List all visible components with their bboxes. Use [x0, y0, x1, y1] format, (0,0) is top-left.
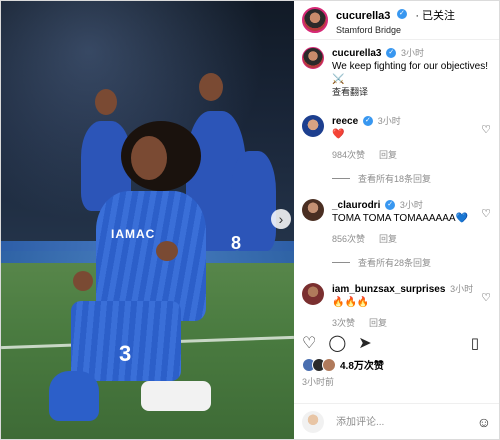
view-replies-label: 查看所有28条回复 — [358, 258, 432, 268]
comment-time: 3小时 — [377, 116, 401, 126]
player-sock — [141, 381, 211, 411]
next-photo-arrow-icon[interactable]: › — [271, 209, 291, 229]
shirt-number-back: 8 — [231, 233, 242, 253]
comment-bubble-icon[interactable]: ◯ — [328, 333, 346, 353]
author-avatar[interactable] — [302, 7, 328, 33]
verified-badge-icon: ✓ — [362, 116, 373, 127]
view-replies-link[interactable]: 查看所有18条回复 — [332, 172, 499, 185]
comment-author[interactable]: iam_bunzsax_surprises — [332, 284, 445, 295]
add-comment-bar: ☺ — [294, 403, 499, 440]
shirt-number-main: 3 — [119, 341, 132, 366]
post-photo[interactable]: 8 IAMAC 3 › — [1, 1, 294, 439]
comment: iam_bunzsax_surprises 3小时 🔥🔥🔥 3次赞 回复 ♡ — [294, 283, 499, 330]
background-player-head — [199, 73, 223, 101]
player-knee — [49, 371, 99, 421]
verified-badge-icon: ✓ — [386, 48, 397, 59]
comment-likes[interactable]: 856次赞 — [332, 234, 365, 244]
caption: cucurella3 ✓ 3小时 We keep fighting for ou… — [294, 47, 499, 99]
comments-list: cucurella3 ✓ 3小时 We keep fighting for ou… — [294, 47, 499, 330]
player-fist — [156, 241, 178, 261]
comment-likes[interactable]: 984次赞 — [332, 150, 365, 160]
caption-avatar[interactable] — [302, 47, 324, 69]
post-header: cucurella3 ✓ · 已关注 Stamford Bridge — [294, 1, 499, 40]
view-replies-link[interactable]: 查看所有28条回复 — [332, 256, 499, 269]
commenter-avatar[interactable] — [302, 199, 324, 221]
share-send-icon[interactable]: ➤ — [358, 333, 371, 353]
post-action-bar: ♡ ◯ ➤ ▯ — [302, 333, 491, 353]
follow-status[interactable]: · 已关注 — [415, 10, 455, 22]
emoji-icon[interactable]: ☺ — [477, 414, 491, 430]
background-player-head — [95, 89, 117, 115]
caption-author[interactable]: cucurella3 — [332, 48, 381, 59]
commenter-avatar[interactable] — [302, 283, 324, 305]
player-face — [131, 136, 167, 180]
caption-text: We keep fighting for our objectives! ⚔️ — [332, 61, 489, 85]
caption-time: 3小时 — [401, 48, 425, 58]
comment-likes[interactable]: 3次赞 — [332, 318, 355, 328]
post-details-panel: cucurella3 ✓ · 已关注 Stamford Bridge cucur… — [294, 1, 499, 439]
likes-count[interactable]: 4.8万次赞 — [340, 357, 384, 372]
likes-summary[interactable]: 4.8万次赞 — [302, 357, 384, 372]
comment-like-heart-icon[interactable]: ♡ — [475, 123, 491, 162]
current-user-avatar — [302, 411, 324, 433]
bookmark-icon[interactable]: ▯ — [471, 334, 479, 352]
view-replies-label: 查看所有18条回复 — [358, 174, 432, 184]
comment-author[interactable]: reece — [332, 116, 358, 127]
verified-badge-icon: ✓ — [396, 9, 407, 20]
comment-input[interactable] — [334, 415, 477, 429]
author-info: cucurella3 ✓ · 已关注 Stamford Bridge — [336, 6, 455, 35]
reply-button[interactable]: 回复 — [379, 234, 397, 244]
comment-text: 🔥🔥🔥 — [332, 297, 370, 308]
comment: _claurodri ✓ 3小时 TOMA TOMA TOMAAAAAA💙 85… — [294, 199, 499, 246]
post-location[interactable]: Stamford Bridge — [336, 25, 455, 35]
posted-time: 3小时前 — [302, 377, 335, 387]
comment-text: TOMA TOMA TOMAAAAAA💙 — [332, 213, 469, 224]
like-heart-icon[interactable]: ♡ — [302, 333, 316, 353]
comment-text: ❤️ — [332, 129, 345, 140]
player-fist — [73, 271, 93, 291]
comment-like-heart-icon[interactable]: ♡ — [475, 291, 491, 330]
instagram-post-modal: 8 IAMAC 3 › cucurella3 ✓ · 已关注 Stamford … — [0, 0, 500, 440]
author-username[interactable]: cucurella3 — [336, 10, 390, 22]
translate-link[interactable]: 查看翻译 — [332, 86, 491, 99]
comment-time: 3小时 — [399, 200, 423, 210]
comment: reece ✓ 3小时 ❤️ 984次赞 回复 ♡ — [294, 115, 499, 162]
reply-button[interactable]: 回复 — [379, 150, 397, 160]
comment-time: 3小时 — [450, 284, 474, 294]
reply-button[interactable]: 回复 — [369, 318, 387, 328]
liker-avatar — [322, 357, 336, 372]
comment-like-heart-icon[interactable]: ♡ — [475, 207, 491, 246]
verified-badge-icon: ✓ — [385, 200, 396, 211]
commenter-avatar[interactable] — [302, 115, 324, 137]
comment-author[interactable]: _claurodri — [332, 200, 380, 211]
shirt-sponsor: IAMAC — [111, 227, 156, 241]
